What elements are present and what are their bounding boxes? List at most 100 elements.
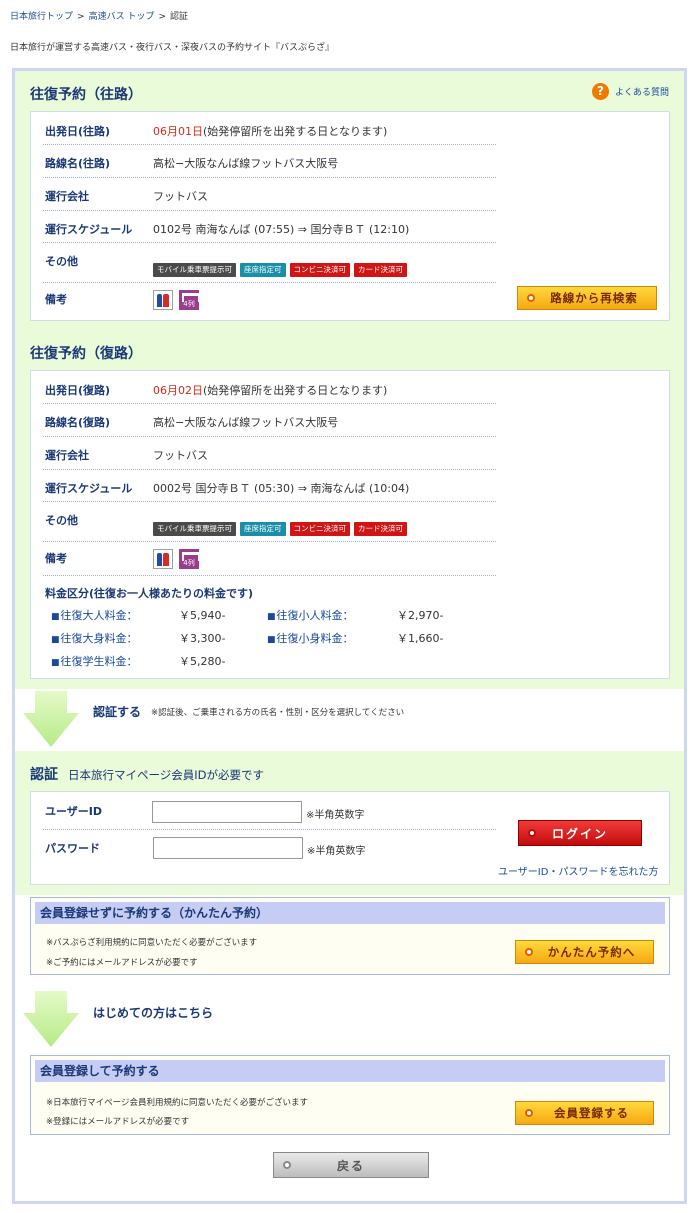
breadcrumb-link-bus-top[interactable]: 高速バス トップ bbox=[89, 12, 155, 22]
outbound-schedule-label: 運行スケジュール bbox=[45, 223, 133, 236]
return-date-value: 06月02日(始発停留所を出発する日となります) bbox=[153, 382, 387, 398]
password-label: パスワード bbox=[45, 842, 100, 855]
outbound-remark-icons: 4列 bbox=[153, 290, 200, 310]
outbound-operator-label: 運行会社 bbox=[45, 190, 89, 203]
outbound-operator-row: 運行会社 フットバス bbox=[43, 178, 496, 211]
faq-link[interactable]: ? よくある質問 bbox=[591, 83, 669, 100]
login-card: ユーザーID ※半角英数字 パスワード ※半角英数字 ログイン ユーザーID・パ… bbox=[30, 791, 670, 885]
return-route-row: 路線名(復路) 高松−大阪なんば線フットバス大阪号 bbox=[43, 404, 496, 437]
step-arrow-down-icon bbox=[23, 691, 79, 747]
fare-value-child: ￥2,970- bbox=[397, 609, 444, 622]
toilet-icon bbox=[153, 549, 173, 569]
password-input[interactable] bbox=[153, 837, 303, 859]
step-auth-title: 認証する bbox=[93, 705, 142, 719]
breadcrumb-separator: > bbox=[77, 12, 85, 22]
return-date-note: (始発停留所を出発する日となります) bbox=[203, 384, 388, 397]
breadcrumb-link-nta-top[interactable]: 日本旅行トップ bbox=[10, 12, 73, 22]
password-hint: ※半角英数字 bbox=[307, 846, 366, 857]
user-id-input[interactable] bbox=[152, 801, 302, 823]
badge-seat-select: 座席指定可 bbox=[240, 522, 286, 536]
easy-note-email: ※ご予約にはメールアドレスが必要です bbox=[46, 958, 198, 968]
outbound-date-note: (始発停留所を出発する日となります) bbox=[203, 125, 388, 138]
easy-reservation-box: 会員登録せずに予約する（かんたん予約） ※バスぷらざ利用規約に同意いただく必要が… bbox=[30, 897, 670, 975]
site-tagline: 日本旅行が運営する高速バス・夜行バス・深夜バスの予約サイト『バスぷらざ』 bbox=[10, 43, 335, 53]
easy-note-terms: ※バスぷらざ利用規約に同意いただく必要がございます bbox=[46, 938, 258, 948]
return-card: 出発日(復路) 06月02日(始発停留所を出発する日となります) 路線名(復路)… bbox=[30, 370, 670, 679]
toilet-icon bbox=[153, 290, 173, 310]
auth-subheading: 日本旅行マイページ会員IDが必要です bbox=[68, 768, 265, 782]
step-first-title: はじめての方はこちら bbox=[93, 1006, 214, 1020]
outbound-badges: モバイル乗車票提示可 座席指定可 コンビニ決済可 カード決済可 bbox=[153, 263, 407, 277]
outbound-remarks-row: 備考 4列 bbox=[43, 283, 496, 321]
user-id-hint: ※半角英数字 bbox=[306, 810, 365, 821]
breadcrumb-separator: > bbox=[158, 12, 166, 22]
register-note-terms: ※日本旅行マイページ会員利用規約に同意いただく必要がございます bbox=[46, 1098, 308, 1108]
return-schedule-label: 運行スケジュール bbox=[45, 482, 133, 495]
register-note-email: ※登録にはメールアドレスが必要です bbox=[46, 1117, 190, 1127]
register-button[interactable]: 会員登録する bbox=[515, 1101, 654, 1125]
breadcrumb: 日本旅行トップ > 高速バス トップ > 認証 bbox=[10, 9, 188, 22]
outbound-card: 出発日(往路) 06月01日(始発停留所を出発する日となります) 路線名(往路)… bbox=[30, 111, 670, 321]
outbound-route-label: 路線名(往路) bbox=[45, 157, 111, 170]
return-remarks-label: 備考 bbox=[45, 552, 67, 565]
login-button[interactable]: ログイン bbox=[518, 820, 642, 846]
register-button-label: 会員登録する bbox=[554, 1106, 629, 1120]
button-bullet-icon bbox=[528, 829, 536, 837]
return-remarks-row: 備考 4列 bbox=[43, 542, 496, 576]
forgot-credentials-link[interactable]: ユーザーID・パスワードを忘れた方 bbox=[498, 863, 658, 878]
outbound-date-row: 出発日(往路) 06月01日(始発停留所を出発する日となります) bbox=[43, 112, 496, 145]
fare-label-child: 往復小人料金： bbox=[267, 607, 354, 623]
four-row-seat-icon: 4列 bbox=[179, 290, 200, 310]
step-auth-note: ※認証後、ご乗車される方の氏名・性別・区分を選択してください bbox=[151, 708, 405, 718]
four-row-seat-icon: 4列 bbox=[179, 549, 200, 569]
outbound-schedule-value: 0102号 南海なんば (07:55) ⇒ 国分寺ＢＴ (12:10) bbox=[153, 223, 410, 236]
auth-heading-text: 認証 bbox=[30, 767, 58, 783]
return-date-label: 出発日(復路) bbox=[45, 384, 111, 397]
register-box: 会員登録して予約する ※日本旅行マイページ会員利用規約に同意いただく必要がござい… bbox=[30, 1055, 670, 1135]
auth-section: 認証 日本旅行マイページ会員IDが必要です ユーザーID ※半角英数字 パスワード… bbox=[15, 751, 684, 895]
return-schedule-row: 運行スケジュール 0002号 国分寺ＢＴ (05:30) ⇒ 南海なんば (10… bbox=[43, 470, 496, 502]
button-bullet-icon bbox=[525, 1109, 533, 1117]
outbound-route-value: 高松−大阪なんば線フットバス大阪号 bbox=[153, 157, 339, 170]
question-icon: ? bbox=[591, 83, 609, 100]
faq-label: よくある質問 bbox=[614, 88, 669, 98]
badge-mobile-ticket: モバイル乗車票提示可 bbox=[153, 263, 236, 277]
return-operator-value: フットバス bbox=[153, 449, 208, 462]
return-heading: 往復予約（復路） bbox=[30, 346, 142, 362]
outbound-date-value: 06月01日(始発停留所を出発する日となります) bbox=[153, 123, 387, 139]
return-other-label: その他 bbox=[45, 514, 78, 527]
badge-convenience-pay: コンビニ決済可 bbox=[289, 522, 350, 536]
fare-label-disabled-adult: 往復大身料金： bbox=[51, 630, 138, 646]
easy-reservation-button[interactable]: かんたん予約へ bbox=[515, 940, 654, 964]
return-badges: モバイル乗車票提示可 座席指定可 コンビニ決済可 カード決済可 bbox=[153, 522, 407, 536]
outbound-remarks-label: 備考 bbox=[45, 293, 67, 306]
outbound-date-label: 出発日(往路) bbox=[45, 125, 111, 138]
research-route-button[interactable]: 路線から再検索 bbox=[517, 286, 657, 310]
reservation-summary: 往復予約（往路） ? よくある質問 出発日(往路) 06月01日(始発停留所を出… bbox=[15, 71, 684, 689]
fare-value-disabled-child: ￥1,660- bbox=[397, 632, 444, 645]
outbound-heading: 往復予約（往路） bbox=[30, 87, 142, 103]
return-operator-row: 運行会社 フットバス bbox=[43, 437, 496, 470]
fare-value-disabled-adult: ￥3,300- bbox=[179, 632, 226, 645]
easy-reservation-heading: 会員登録せずに予約する（かんたん予約） bbox=[35, 902, 665, 924]
return-remark-icons: 4列 bbox=[153, 549, 200, 569]
register-heading: 会員登録して予約する bbox=[35, 1060, 665, 1082]
badge-convenience-pay: コンビニ決済可 bbox=[289, 263, 350, 277]
outbound-operator-value: フットバス bbox=[153, 190, 208, 203]
return-operator-label: 運行会社 bbox=[45, 449, 89, 462]
step-arrow-down-icon bbox=[23, 991, 79, 1047]
login-button-label: ログイン bbox=[551, 826, 608, 841]
badge-mobile-ticket: モバイル乗車票提示可 bbox=[153, 522, 236, 536]
outbound-route-row: 路線名(往路) 高松−大阪なんば線フットバス大阪号 bbox=[43, 145, 496, 178]
main-panel: 往復予約（往路） ? よくある質問 出発日(往路) 06月01日(始発停留所を出… bbox=[12, 68, 687, 1204]
badge-card-pay: カード決済可 bbox=[354, 522, 407, 536]
easy-reservation-label: かんたん予約へ bbox=[547, 945, 636, 959]
fare-value-student: ￥5,280- bbox=[179, 655, 226, 668]
fare-label-student: 往復学生料金： bbox=[51, 653, 138, 669]
back-button[interactable]: 戻る bbox=[273, 1152, 429, 1178]
auth-heading: 認証 日本旅行マイページ会員IDが必要です bbox=[30, 764, 264, 784]
return-route-value: 高松−大阪なんば線フットバス大阪号 bbox=[153, 416, 339, 429]
badge-card-pay: カード決済可 bbox=[354, 263, 407, 277]
return-date-row: 出発日(復路) 06月02日(始発停留所を出発する日となります) bbox=[43, 371, 496, 404]
outbound-schedule-row: 運行スケジュール 0102号 南海なんば (07:55) ⇒ 国分寺ＢＴ (12… bbox=[43, 211, 496, 243]
